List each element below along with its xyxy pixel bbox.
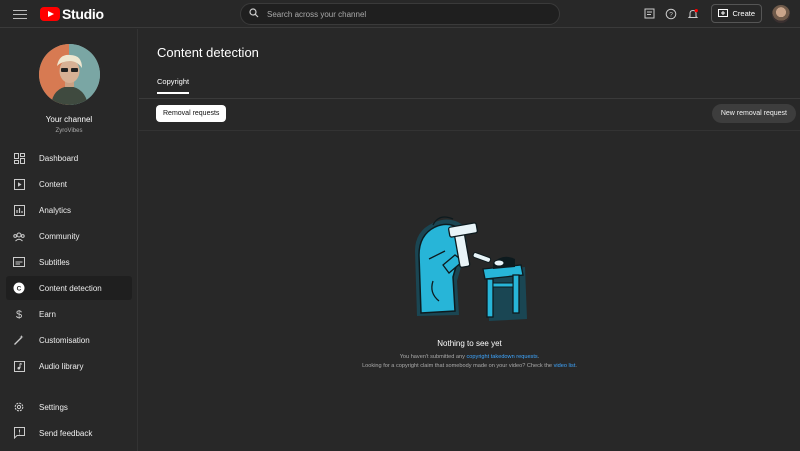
- sidebar-item-community[interactable]: Community: [6, 224, 132, 248]
- earn-icon: $: [12, 307, 26, 321]
- analytics-icon: [12, 203, 26, 217]
- empty-state-title: Nothing to see yet: [437, 339, 502, 348]
- filter-divider: [139, 130, 800, 131]
- sidebar-item-label: Content detection: [39, 283, 102, 293]
- sidebar-item-send-feedback[interactable]: Send feedback: [6, 421, 132, 445]
- svg-text:C: C: [17, 285, 22, 292]
- sidebar-item-audio-library[interactable]: Audio library: [6, 354, 132, 378]
- empty-state-line-2: Looking for a copyright claim that someb…: [139, 363, 800, 369]
- empty-line-2-suffix: .: [575, 363, 577, 369]
- empty-state-line-1: You haven't submitted any copyright take…: [139, 354, 800, 360]
- notifications-icon[interactable]: [685, 6, 701, 22]
- sidebar-item-label: Settings: [39, 402, 68, 412]
- tabs-divider: [139, 98, 800, 99]
- channel-title: Your channel: [45, 115, 93, 124]
- svg-text:$: $: [16, 309, 22, 320]
- sidebar-item-analytics[interactable]: Analytics: [6, 198, 132, 222]
- youtube-play-icon: [40, 7, 60, 21]
- empty-line-2-text: Looking for a copyright claim that someb…: [362, 363, 554, 369]
- page-title: Content detection: [157, 45, 259, 60]
- sidebar-item-content-detection[interactable]: C Content detection: [6, 276, 132, 300]
- sidebar-item-label: Send feedback: [39, 428, 93, 438]
- menu-icon[interactable]: [12, 7, 28, 21]
- subtitles-icon: [12, 255, 26, 269]
- create-video-icon: [718, 8, 729, 19]
- create-button[interactable]: Create: [711, 4, 762, 23]
- help-icon[interactable]: ?: [663, 6, 679, 22]
- empty-line-1-suffix: .: [537, 354, 540, 360]
- sidebar-item-dashboard[interactable]: Dashboard: [6, 146, 132, 170]
- dashboard-icon: [12, 151, 26, 165]
- logo-text: Studio: [62, 6, 104, 22]
- sidebar-item-label: Content: [39, 179, 68, 189]
- sidebar-item-earn[interactable]: $ Earn: [6, 302, 132, 326]
- audio-library-icon: [12, 359, 26, 373]
- empty-state-illustration: [409, 211, 531, 323]
- sidebar-item-content[interactable]: Content: [6, 172, 132, 196]
- sidebar-item-settings[interactable]: Settings: [6, 395, 132, 419]
- feedback-icon: [12, 426, 26, 440]
- account-avatar[interactable]: [772, 4, 790, 23]
- sidebar-item-label: Analytics: [39, 205, 72, 215]
- studio-logo[interactable]: Studio: [40, 6, 104, 22]
- empty-line-1-text: You haven't submitted any: [399, 354, 467, 360]
- sidebar-item-label: Community: [39, 231, 80, 241]
- svg-text:?: ?: [670, 11, 674, 18]
- sidebar-item-label: Dashboard: [39, 153, 79, 163]
- sidebar-item-customisation[interactable]: Customisation: [6, 328, 132, 352]
- sidebar-item-label: Subtitles: [39, 257, 70, 267]
- sidebar-item-label: Customisation: [39, 335, 90, 345]
- create-label: Create: [732, 9, 755, 18]
- channel-handle: ZyroVibes: [55, 128, 83, 134]
- video-list-link[interactable]: video list: [554, 363, 576, 369]
- sidebar: Your channel ZyroVibes Dashboard Content…: [0, 29, 138, 451]
- search-icon: [249, 5, 259, 23]
- sidebar-item-label: Audio library: [39, 361, 84, 371]
- new-removal-request-button[interactable]: New removal request: [711, 104, 796, 123]
- main-content: Content detection Copyright Removal requ…: [139, 29, 800, 451]
- captions-icon[interactable]: [641, 6, 657, 22]
- search-bar[interactable]: [240, 3, 560, 25]
- channel-avatar[interactable]: [39, 44, 100, 105]
- tab-copyright[interactable]: Copyright: [157, 77, 190, 94]
- content-detection-icon: C: [12, 281, 26, 295]
- community-icon: [12, 229, 26, 243]
- removal-requests-chip[interactable]: Removal requests: [156, 105, 227, 122]
- top-bar: Studio ? Create: [0, 0, 800, 28]
- gear-icon: [12, 400, 26, 414]
- copyright-takedown-requests-link[interactable]: copyright takedown requests: [467, 354, 538, 360]
- search-input[interactable]: [267, 9, 537, 19]
- sidebar-item-label: Earn: [39, 309, 56, 319]
- sidebar-item-subtitles[interactable]: Subtitles: [6, 250, 132, 274]
- customisation-icon: [12, 333, 26, 347]
- content-icon: [12, 177, 26, 191]
